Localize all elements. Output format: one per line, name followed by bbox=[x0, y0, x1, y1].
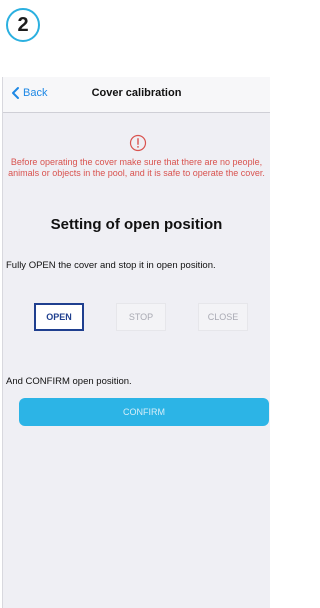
exclamation-circle-icon bbox=[129, 134, 147, 152]
confirm-instruction-text: And CONFIRM open position. bbox=[6, 376, 132, 387]
section-title: Setting of open position bbox=[50, 216, 223, 233]
page-title: Cover calibration bbox=[91, 87, 182, 99]
step-number-badge: 2 bbox=[6, 8, 40, 42]
app-screen: Back Cover calibration Before operating … bbox=[2, 77, 270, 608]
step-number: 2 bbox=[17, 13, 29, 36]
close-button[interactable]: CLOSE bbox=[198, 303, 248, 331]
confirm-button[interactable]: CONFIRM bbox=[19, 398, 269, 426]
open-button[interactable]: OPEN bbox=[34, 303, 84, 331]
safety-warning-text: Before operating the cover make sure tha… bbox=[8, 157, 265, 178]
instruction-text: Fully OPEN the cover and stop it in open… bbox=[6, 260, 216, 271]
stop-button[interactable]: STOP bbox=[116, 303, 166, 331]
navigation-bar: Back Cover calibration bbox=[3, 77, 270, 113]
